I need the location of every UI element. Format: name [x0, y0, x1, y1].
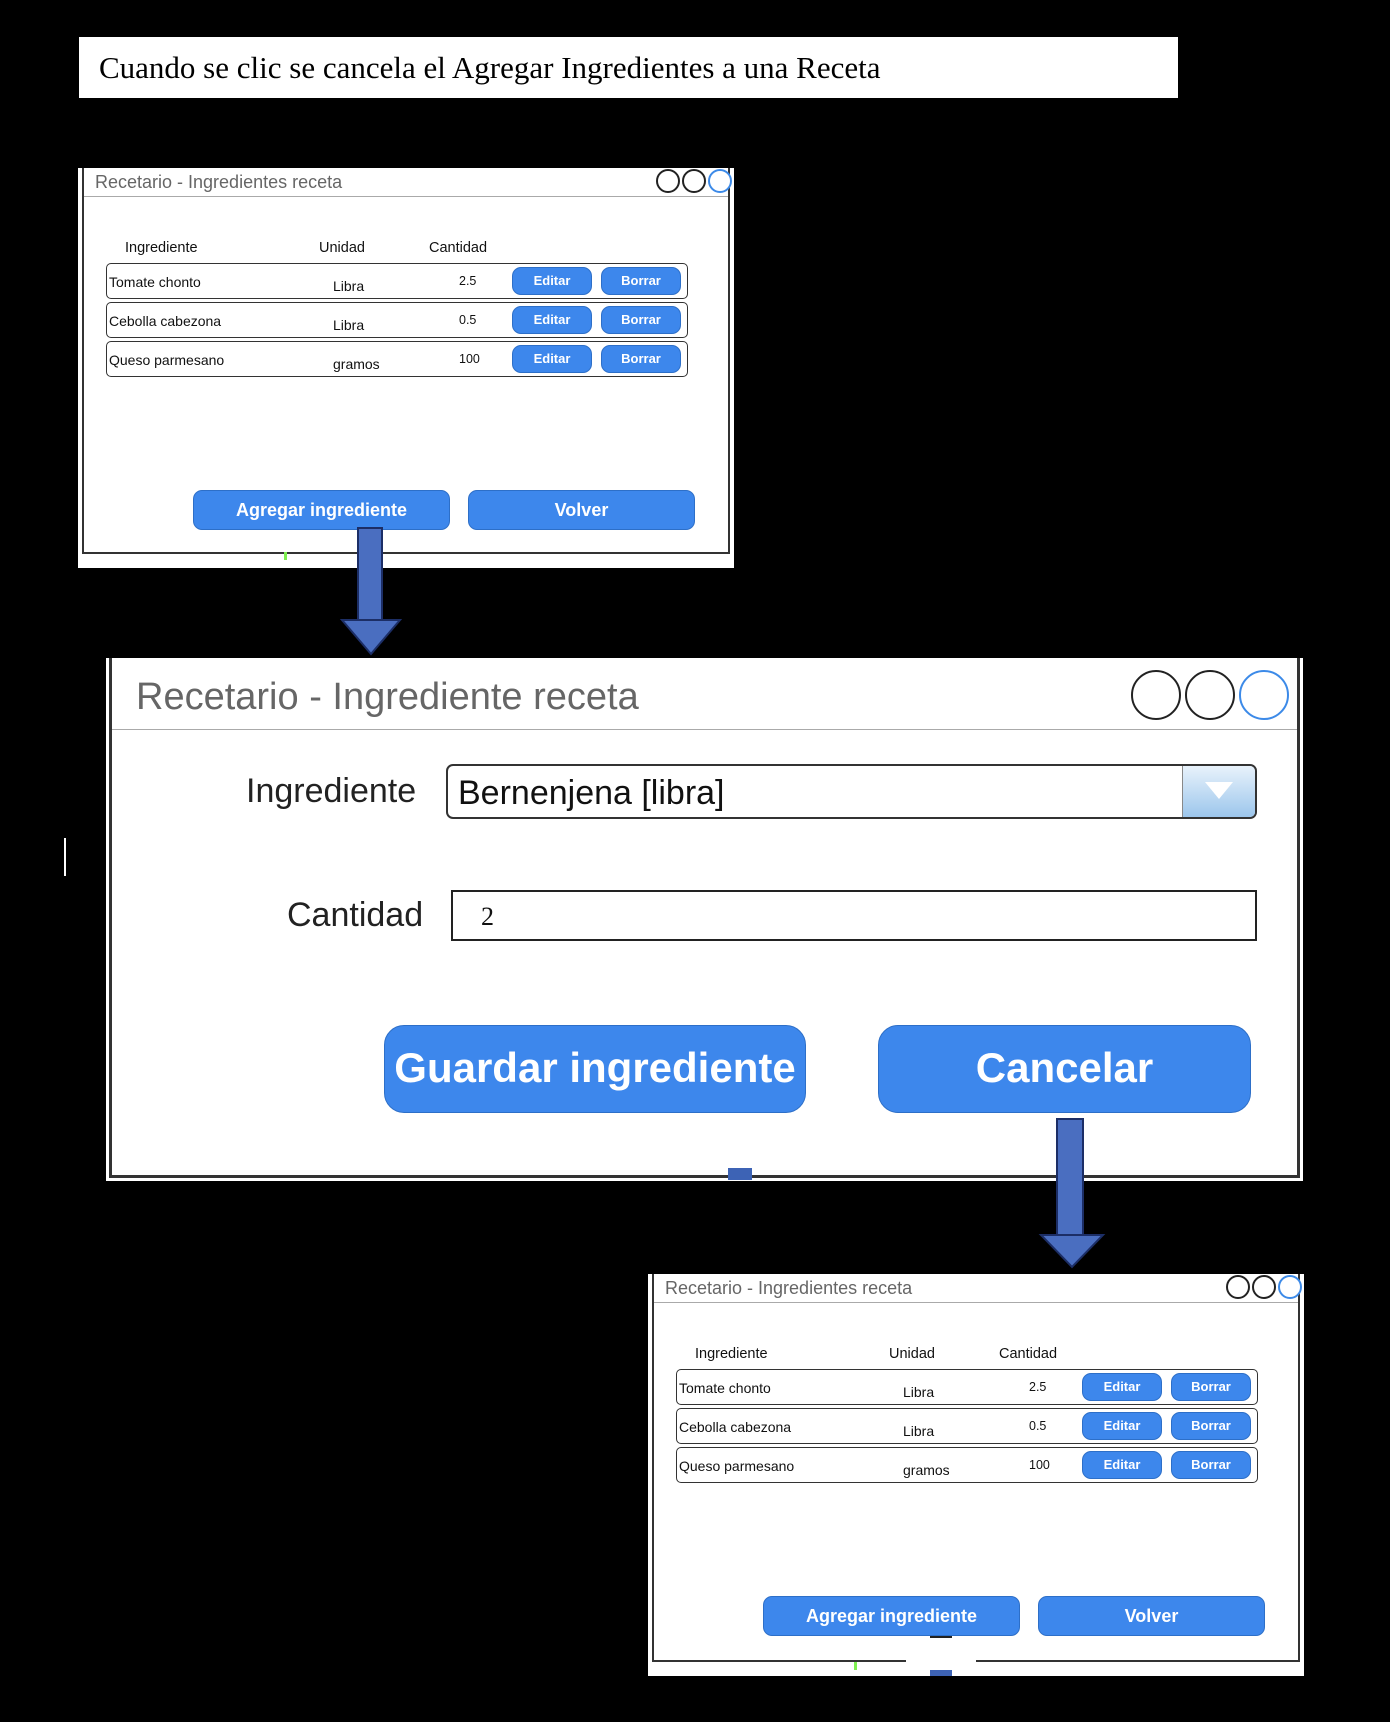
cancel-button[interactable]: Cancelar	[878, 1025, 1251, 1113]
table-row: Queso parmesano gramos 100 Editar Borrar	[676, 1447, 1258, 1483]
cell-ingrediente: Queso parmesano	[679, 1458, 795, 1474]
delete-button[interactable]: Borrar	[1171, 1451, 1251, 1479]
window-controls	[656, 169, 732, 193]
table-row: Tomate chonto Libra 2.5 Editar Borrar	[106, 263, 688, 299]
edit-button[interactable]: Editar	[512, 345, 592, 373]
edit-button[interactable]: Editar	[1082, 1412, 1162, 1440]
cell-cantidad: 2.5	[459, 274, 477, 288]
cell-unidad: Libra	[903, 1384, 935, 1400]
cell-unidad: Libra	[333, 278, 365, 294]
cantidad-input-value: 2	[481, 902, 494, 931]
circle-icon[interactable]	[708, 169, 732, 193]
table-row: Queso parmesano gramos 100 Editar Borrar	[106, 341, 688, 377]
column-header-cantidad: Cantidad	[429, 240, 488, 256]
cell-ingrediente: Tomate chonto	[679, 1380, 771, 1396]
dialog-title: Recetario - Ingrediente receta	[136, 676, 639, 718]
window-title: Recetario - Ingredientes receta	[95, 172, 343, 192]
circle-icon[interactable]	[682, 169, 706, 193]
cell-unidad: Libra	[333, 317, 365, 333]
cantidad-label: Cantidad	[287, 896, 424, 934]
column-header-unidad: Unidad	[319, 240, 365, 256]
cell-unidad: gramos	[903, 1462, 950, 1478]
circle-icon[interactable]	[1226, 1275, 1250, 1299]
cell-ingrediente: Cebolla cabezona	[679, 1419, 792, 1435]
flow-arrow-icon	[339, 527, 403, 656]
cell-cantidad: 0.5	[459, 313, 477, 327]
window-controls	[1226, 1275, 1302, 1299]
cell-cantidad: 2.5	[1029, 1380, 1047, 1394]
circle-icon[interactable]	[1278, 1275, 1302, 1299]
column-header-cantidad: Cantidad	[999, 1346, 1058, 1362]
edit-button[interactable]: Editar	[1082, 1373, 1162, 1401]
cell-ingrediente: Cebolla cabezona	[109, 313, 222, 329]
table-row: Cebolla cabezona Libra 0.5 Editar Borrar	[106, 302, 688, 338]
circle-icon[interactable]	[1185, 670, 1235, 720]
cell-cantidad: 100	[459, 352, 480, 366]
window-controls	[1131, 670, 1289, 720]
ingredients-window-after: Recetario - Ingredientes receta Ingredie…	[648, 1274, 1304, 1676]
cell-ingrediente: Queso parmesano	[109, 352, 225, 368]
column-header-ingrediente: Ingrediente	[695, 1346, 768, 1362]
cell-ingrediente: Tomate chonto	[109, 274, 201, 290]
delete-button[interactable]: Borrar	[1171, 1373, 1251, 1401]
caption: Cuando se clic se cancela el Agregar Ing…	[79, 37, 1178, 98]
edit-button[interactable]: Editar	[1082, 1451, 1162, 1479]
circle-icon[interactable]	[1239, 670, 1289, 720]
back-button[interactable]: Volver	[468, 490, 695, 530]
table-row: Tomate chonto Libra 2.5 Editar Borrar	[676, 1369, 1258, 1405]
delete-button[interactable]: Borrar	[601, 345, 681, 373]
ingrediente-label: Ingrediente	[246, 772, 417, 810]
back-button[interactable]: Volver	[1038, 1596, 1265, 1636]
column-header-unidad: Unidad	[889, 1346, 935, 1362]
circle-icon[interactable]	[1252, 1275, 1276, 1299]
cell-cantidad: 0.5	[1029, 1419, 1047, 1433]
add-ingredient-button[interactable]: Agregar ingrediente	[193, 490, 450, 530]
save-ingredient-button[interactable]: Guardar ingrediente	[384, 1025, 806, 1113]
cell-unidad: Libra	[903, 1423, 935, 1439]
delete-button[interactable]: Borrar	[601, 267, 681, 295]
delete-button[interactable]: Borrar	[601, 306, 681, 334]
add-ingredient-button[interactable]: Agregar ingrediente	[763, 1596, 1020, 1636]
cell-cantidad: 100	[1029, 1458, 1050, 1472]
ingrediente-select-value: Bernenjena [libra]	[458, 774, 725, 812]
ingredients-window-before: Recetario - Ingredientes receta Ingredie…	[78, 168, 734, 568]
flow-arrow-icon	[1038, 1118, 1106, 1269]
chevron-down-icon[interactable]	[1182, 766, 1255, 817]
circle-icon[interactable]	[1131, 670, 1181, 720]
circle-icon[interactable]	[656, 169, 680, 193]
edit-button[interactable]: Editar	[512, 306, 592, 334]
ingredient-dialog: Recetario - Ingrediente receta Ingredien…	[106, 658, 1303, 1181]
window-title: Recetario - Ingredientes receta	[665, 1278, 913, 1298]
edit-button[interactable]: Editar	[512, 267, 592, 295]
cell-unidad: gramos	[333, 356, 380, 372]
column-header-ingrediente: Ingrediente	[125, 240, 198, 256]
cantidad-input[interactable]: 2	[451, 890, 1257, 941]
delete-button[interactable]: Borrar	[1171, 1412, 1251, 1440]
ingrediente-select[interactable]: Bernenjena [libra]	[446, 764, 1257, 819]
table-row: Cebolla cabezona Libra 0.5 Editar Borrar	[676, 1408, 1258, 1444]
